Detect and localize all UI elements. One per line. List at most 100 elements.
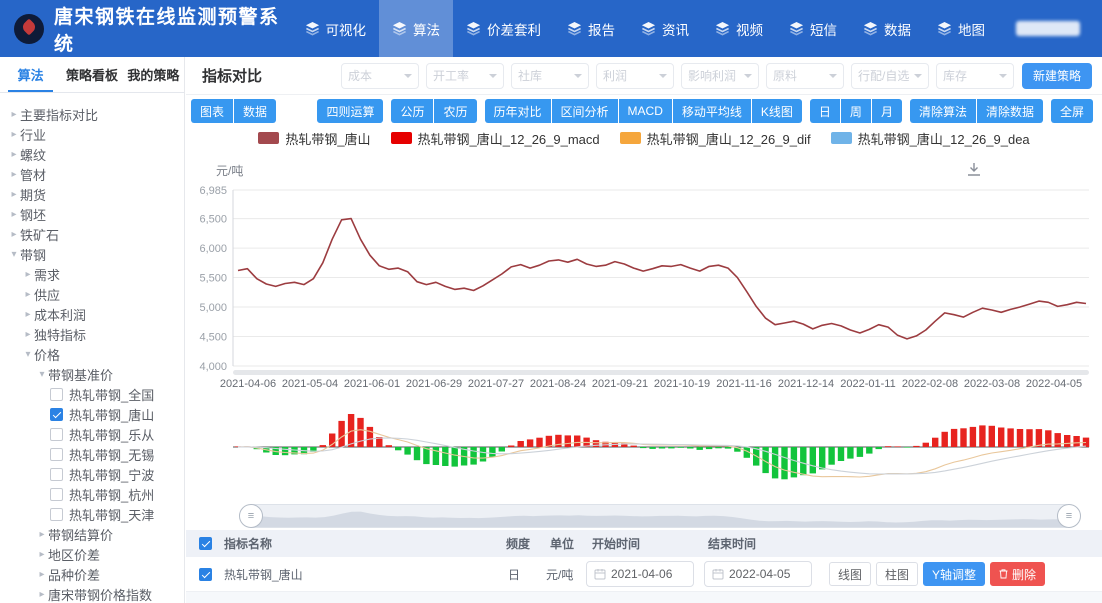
delete-button[interactable]: 删除	[990, 562, 1045, 586]
expand-arrow-icon[interactable]: ▸	[8, 129, 20, 140]
legend-item-热轧带钢_唐山_12_26_9_dif[interactable]: 热轧带钢_唐山_12_26_9_dif	[620, 129, 811, 148]
sidebar-tab-算法[interactable]: 算法	[0, 57, 61, 92]
collapse-arrow-icon[interactable]: ▾	[8, 249, 20, 260]
line-chart-button[interactable]: 线图	[829, 562, 871, 586]
tree-item-期货[interactable]: ▸期货	[0, 184, 184, 204]
filter-dropdown-影响利润[interactable]: 影响利润	[681, 63, 759, 89]
tree-item-热轧带钢_唐山[interactable]: 热轧带钢_唐山	[0, 404, 184, 424]
filter-dropdown-行配/自选[interactable]: 行配/自选	[851, 63, 929, 89]
tree-item-地区价差[interactable]: ▸地区价差	[0, 544, 184, 564]
download-icon[interactable]	[968, 163, 980, 175]
chart-button-历年对比[interactable]: 历年对比	[485, 99, 551, 123]
expand-arrow-icon[interactable]: ▸	[36, 549, 48, 560]
expand-arrow-icon[interactable]: ▸	[36, 589, 48, 600]
nav-item-数据[interactable]: 数据	[850, 0, 924, 57]
expand-arrow-icon[interactable]: ▸	[8, 169, 20, 180]
expand-arrow-icon[interactable]: ▸	[36, 529, 48, 540]
nav-item-可视化[interactable]: 可视化	[292, 0, 380, 57]
nav-item-报告[interactable]: 报告	[554, 0, 628, 57]
tree-item-成本利润[interactable]: ▸成本利润	[0, 304, 184, 324]
tree-item-唐宋带钢价格指数[interactable]: ▸唐宋带钢价格指数	[0, 584, 184, 603]
chart-button-日[interactable]: 日	[810, 99, 840, 123]
tree-item-热轧带钢_宁波[interactable]: 热轧带钢_宁波	[0, 464, 184, 484]
chart-button-区间分析[interactable]: 区间分析	[552, 99, 618, 123]
tree-item-带钢[interactable]: ▾带钢	[0, 244, 184, 264]
chart-button-K线图[interactable]: K线图	[752, 99, 802, 123]
expand-arrow-icon[interactable]: ▸	[8, 189, 20, 200]
tree-item-带钢结算价[interactable]: ▸带钢结算价	[0, 524, 184, 544]
row-checkbox[interactable]	[199, 568, 212, 581]
chart-button-清除数据[interactable]: 清除数据	[977, 99, 1043, 123]
tree-item-带钢基准价[interactable]: ▾带钢基准价	[0, 364, 184, 384]
expand-arrow-icon[interactable]: ▸	[8, 209, 20, 220]
end-date-input[interactable]: 2022-04-05	[704, 561, 812, 587]
tree-item-行业[interactable]: ▸行业	[0, 124, 184, 144]
expand-arrow-icon[interactable]: ▸	[8, 109, 20, 120]
legend-item-热轧带钢_唐山[interactable]: 热轧带钢_唐山	[258, 129, 370, 148]
expand-arrow-icon[interactable]: ▸	[36, 569, 48, 580]
bar-chart-button[interactable]: 柱图	[876, 562, 918, 586]
tree-item-管材[interactable]: ▸管材	[0, 164, 184, 184]
tree-checkbox[interactable]	[50, 388, 63, 401]
filter-dropdown-社库[interactable]: 社库	[511, 63, 589, 89]
tree-checkbox[interactable]	[50, 508, 63, 521]
tree-checkbox[interactable]	[50, 468, 63, 481]
chart-button-农历[interactable]: 农历	[434, 99, 476, 123]
tree-item-热轧带钢_全国[interactable]: 热轧带钢_全国	[0, 384, 184, 404]
chart-button-公历[interactable]: 公历	[391, 99, 433, 123]
tree-item-铁矿石[interactable]: ▸铁矿石	[0, 224, 184, 244]
tree-item-钢坯[interactable]: ▸钢坯	[0, 204, 184, 224]
new-strategy-button[interactable]: 新建策略	[1022, 63, 1092, 89]
nav-item-短信[interactable]: 短信	[776, 0, 850, 57]
chart-button-月[interactable]: 月	[872, 99, 902, 123]
filter-dropdown-原料[interactable]: 原料	[766, 63, 844, 89]
filter-dropdown-库存[interactable]: 库存	[936, 63, 1014, 89]
chart-button-移动平均线[interactable]: 移动平均线	[673, 99, 751, 123]
y-axis-adjust-button[interactable]: Y轴调整	[923, 562, 985, 586]
tree-item-需求[interactable]: ▸需求	[0, 264, 184, 284]
filter-dropdown-利润[interactable]: 利润	[596, 63, 674, 89]
chart-button-周[interactable]: 周	[841, 99, 871, 123]
expand-arrow-icon[interactable]: ▸	[22, 289, 34, 300]
collapse-arrow-icon[interactable]: ▾	[36, 369, 48, 380]
tree-item-螺纹[interactable]: ▸螺纹	[0, 144, 184, 164]
tree-item-品种价差[interactable]: ▸品种价差	[0, 564, 184, 584]
filter-dropdown-开工率[interactable]: 开工率	[426, 63, 504, 89]
chart-button-全屏[interactable]: 全屏	[1051, 99, 1093, 123]
filter-dropdown-成本[interactable]: 成本	[341, 63, 419, 89]
chart-button-清除算法[interactable]: 清除算法	[910, 99, 976, 123]
tree-item-热轧带钢_乐从[interactable]: 热轧带钢_乐从	[0, 424, 184, 444]
price-chart[interactable]: 元/吨 6,9856,5006,0005,5005,0004,5004,0002…	[186, 149, 1102, 397]
expand-arrow-icon[interactable]: ▸	[22, 269, 34, 280]
legend-item-热轧带钢_唐山_12_26_9_macd[interactable]: 热轧带钢_唐山_12_26_9_macd	[391, 129, 600, 148]
tree-item-热轧带钢_无锡[interactable]: 热轧带钢_无锡	[0, 444, 184, 464]
tree-checkbox[interactable]	[50, 448, 63, 461]
tree-checkbox[interactable]	[50, 428, 63, 441]
datazoom-right-handle[interactable]: ≡	[1057, 504, 1081, 528]
nav-item-地图[interactable]: 地图	[924, 0, 998, 57]
tree-item-供应[interactable]: ▸供应	[0, 284, 184, 304]
nav-item-资讯[interactable]: 资讯	[628, 0, 702, 57]
macd-chart[interactable]	[186, 402, 1102, 494]
chart-button-数据[interactable]: 数据	[234, 99, 276, 123]
nav-item-价差套利[interactable]: 价差套利	[453, 0, 554, 57]
datazoom-track[interactable]	[251, 504, 1069, 528]
tree-checkbox[interactable]	[50, 408, 63, 421]
collapse-arrow-icon[interactable]: ▾	[22, 349, 34, 360]
expand-arrow-icon[interactable]: ▸	[8, 229, 20, 240]
chart-button-四则运算[interactable]: 四则运算	[317, 99, 383, 123]
tree-item-价格[interactable]: ▾价格	[0, 344, 184, 364]
tree-item-热轧带钢_杭州[interactable]: 热轧带钢_杭州	[0, 484, 184, 504]
user-name-redacted[interactable]	[1016, 21, 1080, 36]
sidebar-tab-我的策略[interactable]: 我的策略	[123, 57, 184, 92]
expand-arrow-icon[interactable]: ▸	[22, 309, 34, 320]
datazoom-left-handle[interactable]: ≡	[239, 504, 263, 528]
chart-button-图表[interactable]: 图表	[191, 99, 233, 123]
legend-item-热轧带钢_唐山_12_26_9_dea[interactable]: 热轧带钢_唐山_12_26_9_dea	[831, 129, 1030, 148]
sidebar-tab-策略看板[interactable]: 策略看板	[61, 57, 122, 92]
tree-item-独特指标[interactable]: ▸独特指标	[0, 324, 184, 344]
nav-item-视频[interactable]: 视频	[702, 0, 776, 57]
tree-item-热轧带钢_天津[interactable]: 热轧带钢_天津	[0, 504, 184, 524]
chart-button-MACD[interactable]: MACD	[619, 99, 672, 123]
tree-checkbox[interactable]	[50, 488, 63, 501]
